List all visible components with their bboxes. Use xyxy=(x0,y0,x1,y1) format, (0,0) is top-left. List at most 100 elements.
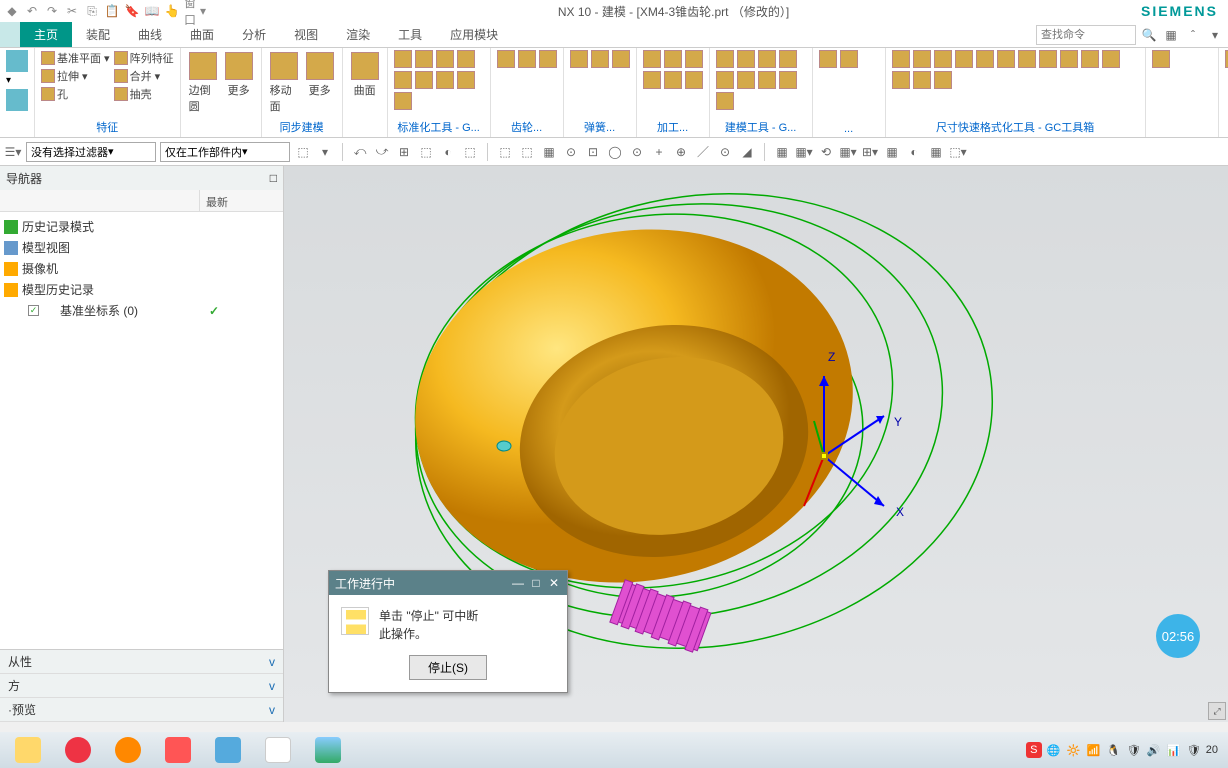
rib-tool[interactable] xyxy=(436,50,454,68)
taskbar-app-chat[interactable] xyxy=(254,734,302,766)
tree-datum-csys[interactable]: ✓基准坐标系 (0)✓ xyxy=(0,300,283,321)
rib-tool[interactable] xyxy=(892,71,910,89)
taskbar-app-firefox[interactable] xyxy=(104,734,152,766)
rib-tool[interactable] xyxy=(643,50,661,68)
copy-icon[interactable]: ⎘ xyxy=(84,3,100,19)
taskbar-app-media[interactable] xyxy=(204,734,252,766)
rib-tool[interactable] xyxy=(436,71,454,89)
rib-tool[interactable] xyxy=(840,50,858,68)
rib-tool[interactable] xyxy=(612,50,630,68)
sel-icon[interactable]: ▦▾ xyxy=(795,143,813,161)
sel-icon[interactable]: ⬚ xyxy=(417,143,435,161)
panel-collapse-icon[interactable]: □ xyxy=(270,171,277,185)
command-search-input[interactable] xyxy=(1036,25,1136,45)
nx-icon[interactable]: ◆ xyxy=(4,3,20,19)
sel-icon[interactable]: ⊙ xyxy=(716,143,734,161)
sel-icon[interactable]: ▦ xyxy=(773,143,791,161)
cut-icon[interactable]: ✂ xyxy=(64,3,80,19)
rib-tool[interactable] xyxy=(643,71,661,89)
feat-plane[interactable]: 基准平面 ▾ xyxy=(41,50,110,66)
rib-tool[interactable] xyxy=(758,71,776,89)
rib-tool[interactable] xyxy=(591,50,609,68)
rib-tool[interactable] xyxy=(415,50,433,68)
dropdown-icon[interactable]: ▾ xyxy=(1206,26,1224,44)
sel-icon[interactable]: ▾ xyxy=(316,143,334,161)
rib-tool[interactable] xyxy=(934,50,952,68)
rib-moveface[interactable]: 移动面 xyxy=(268,50,300,116)
rib-tool[interactable] xyxy=(955,50,973,68)
tray-icon[interactable]: 🔊 xyxy=(1146,742,1162,758)
dependencies-panel[interactable]: 从性v xyxy=(0,650,283,674)
rib-fillet[interactable]: 边倒圆 xyxy=(187,50,219,116)
rib-tool[interactable] xyxy=(685,71,703,89)
maximize-icon[interactable]: □ xyxy=(529,576,543,590)
redo-icon[interactable]: ↷ xyxy=(44,3,60,19)
window-menu[interactable]: 窗口 ▾ xyxy=(184,3,206,19)
rib-tool[interactable] xyxy=(1225,50,1228,68)
preview-panel[interactable]: ·预览v xyxy=(0,698,283,722)
taskbar-app-pdf[interactable] xyxy=(154,734,202,766)
book-icon[interactable]: 📖 xyxy=(144,3,160,19)
tray-icon[interactable]: 🌐 xyxy=(1046,742,1062,758)
menu-tab-0[interactable]: 主页 xyxy=(20,22,72,47)
feat-extrude[interactable]: 拉伸 ▾ xyxy=(41,68,110,84)
tray-icon[interactable]: 🛡 xyxy=(1126,742,1142,758)
sel-icon[interactable]: ／ xyxy=(694,143,712,161)
menu-tab-7[interactable]: 工具 xyxy=(384,22,436,47)
menu-tab-5[interactable]: 视图 xyxy=(280,22,332,47)
clock[interactable]: 20 xyxy=(1206,744,1218,756)
rib-tool[interactable] xyxy=(716,50,734,68)
rib-tool[interactable] xyxy=(716,92,734,110)
rib-tool[interactable] xyxy=(1060,50,1078,68)
sel-icon[interactable]: ⬚ xyxy=(294,143,312,161)
sel-icon[interactable]: ◯ xyxy=(606,143,624,161)
rib-tool[interactable] xyxy=(819,50,837,68)
rib-tool[interactable] xyxy=(1081,50,1099,68)
rib-tool[interactable] xyxy=(664,50,682,68)
rib-tool[interactable] xyxy=(664,71,682,89)
rib-tool[interactable] xyxy=(737,50,755,68)
file-tab[interactable] xyxy=(0,22,20,47)
rib-tool[interactable] xyxy=(518,50,536,68)
rib-tool[interactable] xyxy=(570,50,588,68)
feat-hole[interactable]: 孔 xyxy=(41,86,110,102)
sel-icon[interactable]: ▦ xyxy=(927,143,945,161)
sel-icon[interactable]: ▦ xyxy=(540,143,558,161)
tree-camera[interactable]: 摄像机 xyxy=(0,258,283,279)
tray-icon[interactable]: 🛡 xyxy=(1186,742,1202,758)
feat-pattern[interactable]: 阵列特征 xyxy=(114,50,174,66)
rib-tool[interactable] xyxy=(1152,50,1170,68)
sel-icon[interactable]: ◐ xyxy=(439,143,457,161)
sel-icon[interactable]: ⊞▾ xyxy=(861,143,879,161)
tree-model-history[interactable]: 模型历史记录 xyxy=(0,279,283,300)
close-icon[interactable]: ✕ xyxy=(547,576,561,590)
rib-tool[interactable] xyxy=(1039,50,1057,68)
rib-tool[interactable] xyxy=(779,71,797,89)
menu-icon[interactable]: ☰▾ xyxy=(4,143,22,161)
taskbar-app-music[interactable] xyxy=(54,734,102,766)
menu-tab-1[interactable]: 装配 xyxy=(72,22,124,47)
sel-icon[interactable]: ⊙ xyxy=(628,143,646,161)
sel-icon[interactable]: ◢ xyxy=(738,143,756,161)
rib-tool[interactable] xyxy=(934,71,952,89)
rib-tool[interactable] xyxy=(394,92,412,110)
rib-tool[interactable] xyxy=(737,71,755,89)
help-icon[interactable]: ˆ xyxy=(1184,26,1202,44)
rib-tool[interactable] xyxy=(1018,50,1036,68)
rib-tool[interactable] xyxy=(685,50,703,68)
rib-more[interactable]: 更多 xyxy=(223,50,255,100)
tray-icon[interactable]: 📊 xyxy=(1166,742,1182,758)
menu-tab-4[interactable]: 分析 xyxy=(228,22,280,47)
feat-shell[interactable]: 抽壳 xyxy=(114,86,174,102)
rib-tool[interactable] xyxy=(758,50,776,68)
sel-icon[interactable]: ⊡ xyxy=(584,143,602,161)
tray-icon[interactable]: 🔆 xyxy=(1066,742,1082,758)
sel-icon[interactable]: ⬚ xyxy=(518,143,536,161)
dialog-title-bar[interactable]: 工作进行中 — □ ✕ xyxy=(329,571,567,595)
rib-tool[interactable] xyxy=(539,50,557,68)
rib-tool[interactable] xyxy=(976,50,994,68)
tree-model-view[interactable]: 模型视图 xyxy=(0,237,283,258)
sel-icon[interactable]: ⤻ xyxy=(373,143,391,161)
tree-history-mode[interactable]: 历史记录模式 xyxy=(0,216,283,237)
sel-icon[interactable]: ⤺ xyxy=(351,143,369,161)
